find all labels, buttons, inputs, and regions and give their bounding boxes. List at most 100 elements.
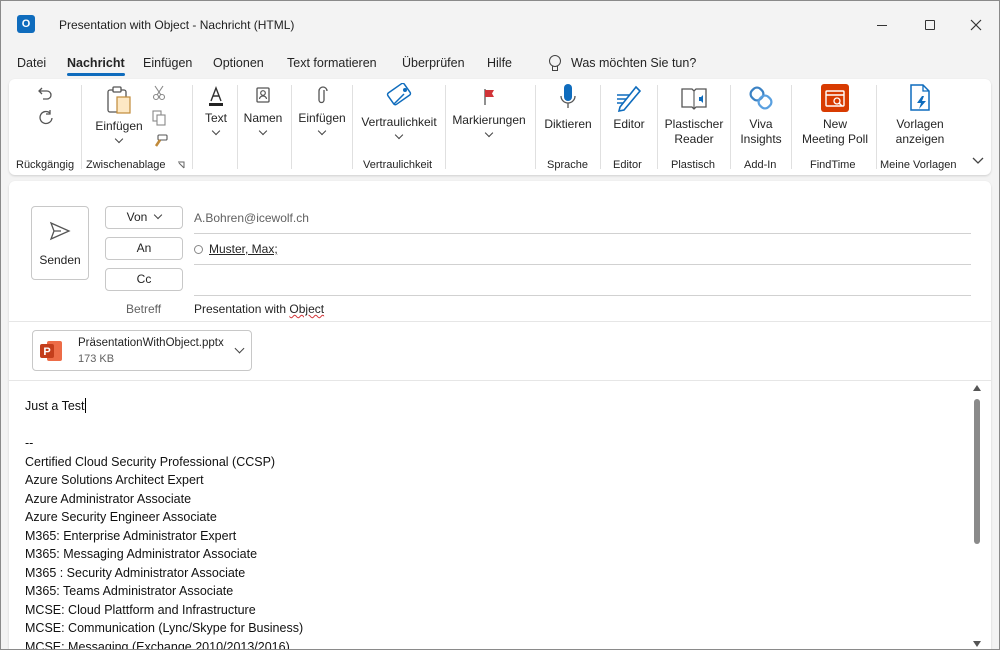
templates-label-1: Vorlagen (896, 117, 944, 131)
ribbon-expand-chevron-icon[interactable] (972, 157, 984, 165)
group-label-sensitivity: Vertraulichkeit (363, 159, 433, 171)
paste-label: Einfügen (95, 119, 143, 133)
viva-label-2: Insights (740, 132, 782, 146)
insert-label: Einfügen (298, 111, 346, 125)
chevron-down-icon (484, 128, 494, 138)
sensitivity-button[interactable]: Vertraulichkeit (359, 83, 439, 140)
group-label-findtime: FindTime (810, 159, 856, 171)
title-bar: O Presentation with Object - Nachricht (… (1, 1, 999, 47)
immersive-reader-button[interactable]: Plastischer Reader (662, 83, 726, 147)
message-body[interactable]: Just a Test -- Certified Cloud Security … (25, 397, 955, 649)
chevron-down-icon (114, 134, 124, 144)
cc-label: Cc (136, 272, 152, 286)
address-book-icon (256, 87, 270, 103)
flag-icon (484, 89, 494, 105)
body-first-line: Just a Test (25, 397, 955, 416)
tab-text-formatieren[interactable]: Text formatieren (287, 56, 377, 70)
microphone-icon (560, 84, 576, 108)
tab-hilfe[interactable]: Hilfe (487, 56, 512, 70)
tags-button[interactable]: Markierungen (449, 87, 529, 138)
text-label: Text (204, 111, 227, 125)
minimize-icon (877, 24, 887, 26)
menu-bar: Datei Nachricht Einfügen Optionen Text f… (1, 49, 999, 77)
findtime-label-2: Meeting Poll (801, 132, 869, 146)
from-label: Von (126, 210, 148, 224)
scrollbar-thumb[interactable] (974, 399, 980, 544)
copy-icon[interactable] (152, 110, 166, 126)
viva-label-1: Viva (749, 117, 773, 131)
tell-me-search[interactable]: Was möchten Sie tun? (547, 55, 696, 71)
sensitivity-icon (386, 83, 412, 106)
viva-insights-button[interactable]: Viva Insights (735, 83, 787, 147)
insert-button[interactable]: Einfügen (295, 85, 349, 136)
outlook-compose-window: O Presentation with Object - Nachricht (… (0, 0, 1000, 650)
from-button[interactable]: Von (105, 206, 183, 229)
paperclip-icon (318, 86, 328, 104)
redo-icon[interactable] (37, 109, 55, 127)
immersive-reader-icon (681, 88, 707, 110)
lightbulb-icon (547, 55, 561, 71)
sensitivity-label: Vertraulichkeit (361, 115, 437, 129)
tab-einfuegen[interactable]: Einfügen (143, 56, 192, 70)
undo-icon[interactable] (37, 85, 53, 101)
body-scrollbar[interactable] (969, 381, 985, 649)
group-findtime: New Meeting Poll FindTime (792, 79, 876, 175)
chevron-down-icon (317, 126, 327, 136)
ribbon-divider (237, 85, 238, 169)
attachment-divider (9, 380, 991, 381)
chevron-down-icon (258, 126, 268, 136)
dictate-button[interactable]: Diktieren (540, 83, 596, 132)
recipient-name[interactable]: Muster, Max; (209, 242, 278, 256)
maximize-icon (925, 20, 935, 30)
signature-line: MCSE: Communication (Lync/Skype for Busi… (25, 621, 304, 635)
to-button[interactable]: An (105, 237, 183, 260)
from-field-line (194, 233, 971, 234)
tell-me-label: Was möchten Sie tun? (571, 56, 697, 70)
text-button[interactable]: Text (195, 85, 237, 136)
signature-line: Azure Solutions Architect Expert (25, 473, 204, 487)
window-title: Presentation with Object - Nachricht (HT… (59, 18, 295, 32)
dictate-label: Diktieren (544, 117, 592, 131)
group-label-addin: Add-In (744, 159, 777, 171)
cc-field-line (194, 295, 971, 296)
immersive-label-1: Plastischer (664, 117, 724, 131)
chevron-down-icon[interactable] (234, 343, 245, 354)
editor-label: Editor (613, 117, 645, 131)
attachment-size: 173 KB (78, 353, 115, 365)
chevron-down-icon (154, 210, 163, 220)
maximize-button[interactable] (907, 11, 953, 39)
names-button[interactable]: Namen (241, 85, 285, 136)
scroll-up-arrow-icon[interactable] (973, 385, 981, 391)
scroll-down-arrow-icon[interactable] (973, 641, 981, 647)
cut-icon[interactable] (152, 85, 166, 101)
immersive-label-2: Reader (674, 132, 714, 146)
group-clipboard: Einfügen Zwischenablage (82, 79, 192, 175)
attachment-card[interactable]: P PräsentationWithObject.pptx 173 KB (32, 330, 252, 371)
tab-optionen[interactable]: Optionen (213, 56, 264, 70)
templates-label-2: anzeigen (895, 132, 945, 146)
from-address: A.Bohren@icewolf.ch (194, 211, 309, 225)
dialog-launcher-icon[interactable] (177, 161, 185, 169)
minimize-button[interactable] (859, 11, 905, 39)
compose-pane: Senden Von A.Bohren@icewolf.ch An Muster… (9, 181, 991, 649)
send-button[interactable]: Senden (31, 206, 89, 280)
subject-field[interactable]: Presentation with Object (194, 302, 324, 316)
tab-datei[interactable]: Datei (17, 56, 46, 70)
format-painter-icon[interactable] (152, 134, 168, 150)
group-label-templates: Meine Vorlagen (880, 159, 957, 171)
group-sensitivity: Vertraulichkeit Vertraulichkeit (353, 79, 445, 175)
signature-line: Azure Security Engineer Associate (25, 510, 217, 524)
subject-label: Betreff (126, 302, 162, 316)
close-button[interactable] (953, 11, 999, 39)
tab-nachricht[interactable]: Nachricht (67, 56, 125, 76)
cc-button[interactable]: Cc (105, 268, 183, 291)
to-field[interactable]: Muster, Max; (194, 242, 278, 256)
signature-line: Certified Cloud Security Professional (C… (25, 454, 276, 469)
editor-button[interactable]: Editor (607, 83, 651, 132)
signature-line: M365: Messaging Administrator Associate (25, 547, 258, 561)
tab-ueberpruefen[interactable]: Überprüfen (402, 56, 465, 70)
body-empty-line (25, 416, 955, 435)
view-templates-button[interactable]: Vorlagen anzeigen (885, 83, 955, 147)
paste-button[interactable]: Einfügen (94, 85, 144, 144)
new-meeting-poll-button[interactable]: New Meeting Poll (796, 83, 874, 147)
